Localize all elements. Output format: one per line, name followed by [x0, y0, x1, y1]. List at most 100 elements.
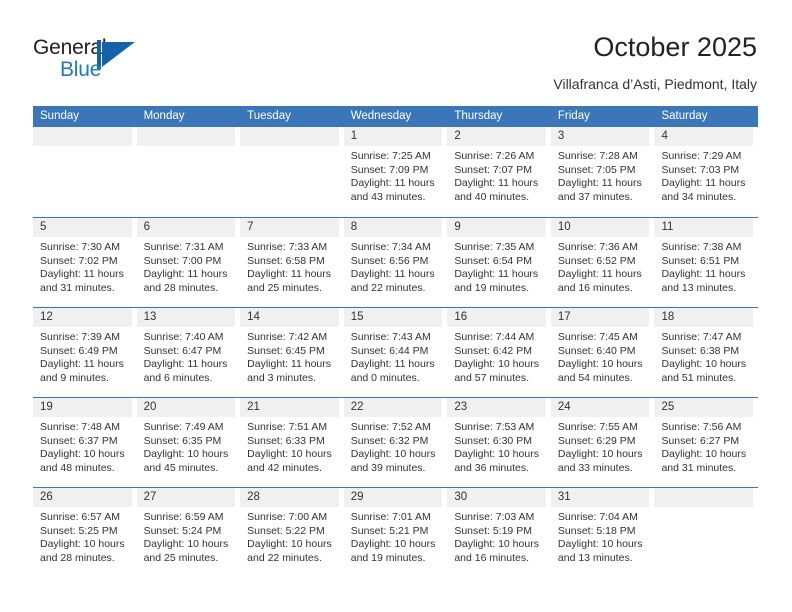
- daylight-text-line1: Daylight: 11 hours: [661, 177, 746, 190]
- calendar-day-cell[interactable]: 27 Sunrise: 6:59 AM Sunset: 5:24 PM Dayligh…: [136, 488, 241, 577]
- calendar-day-cell[interactable]: 9 Sunrise: 7:35 AM Sunset: 6:54 PM Daylight…: [447, 218, 551, 307]
- sunset-text: Sunset: 6:32 PM: [350, 434, 429, 447]
- sun-info: Sunrise: 7:34 AM Sunset: 6:56 PM Daylight:…: [344, 237, 443, 295]
- day-number: 31: [550, 488, 650, 507]
- calendar-cell-inner: 25 Sunrise: 7:56 AM Sunset: 6:27 PM Dayligh…: [654, 398, 754, 487]
- sunrise-text: Sunrise: 7:56 AM: [661, 421, 742, 433]
- calendar-day-cell[interactable]: 7 Sunrise: 7:33 AM Sunset: 6:58 PM Daylight…: [240, 218, 344, 307]
- daylight-text-line2: and 42 minutes.: [247, 461, 322, 474]
- sunset-text: Sunset: 7:05 PM: [557, 163, 636, 176]
- calendar-day-cell[interactable]: 21 Sunrise: 7:51 AM Sunset: 6:33 PM Dayligh…: [240, 398, 344, 487]
- sunrise-text: Sunrise: 7:53 AM: [454, 421, 535, 433]
- calendar-cell-inner: 23 Sunrise: 7:53 AM Sunset: 6:30 PM Dayligh…: [447, 398, 546, 487]
- calendar-cell-inner: 5 Sunrise: 7:30 AM Sunset: 7:02 PM Daylight…: [33, 218, 132, 307]
- day-number: 7: [240, 218, 339, 237]
- daylight-text-line1: Daylight: 10 hours: [661, 358, 747, 371]
- calendar-day-cell[interactable]: 10 Sunrise: 7:36 AM Sunset: 6:52 PM Dayligh…: [550, 218, 655, 307]
- calendar-day-cell[interactable]: 3 Sunrise: 7:28 AM Sunset: 7:05 PM Daylight…: [550, 127, 655, 217]
- calendar-day-cell[interactable]: 4 Sunrise: 7:29 AM Sunset: 7:03 PM Daylight…: [654, 127, 758, 217]
- day-number: 24: [550, 398, 650, 417]
- daylight-text-line2: and 36 minutes.: [454, 461, 530, 474]
- daylight-text-line2: and 28 minutes.: [40, 551, 115, 564]
- calendar-day-cell[interactable]: 15 Sunrise: 7:43 AM Sunset: 6:44 PM Dayligh…: [343, 308, 448, 397]
- calendar-day-cell[interactable]: 17 Sunrise: 7:45 AM Sunset: 6:40 PM Dayligh…: [550, 308, 655, 397]
- daylight-text-line1: Daylight: 11 hours: [143, 358, 228, 371]
- calendar-day-cell[interactable]: 2 Sunrise: 7:26 AM Sunset: 7:07 PM Daylight…: [447, 127, 551, 217]
- sunset-text: Sunset: 6:52 PM: [557, 254, 636, 267]
- sunrise-text: Sunrise: 7:52 AM: [350, 421, 431, 433]
- calendar-day-cell[interactable]: 16 Sunrise: 7:44 AM Sunset: 6:42 PM Dayligh…: [447, 308, 551, 397]
- sunrise-text: Sunrise: 7:04 AM: [557, 511, 638, 523]
- daylight-text-line1: Daylight: 11 hours: [350, 358, 435, 371]
- sun-info: Sunrise: 6:57 AM Sunset: 5:25 PM Daylight:…: [33, 507, 132, 565]
- calendar-day-cell[interactable]: 12 Sunrise: 7:39 AM Sunset: 6:49 PM Dayligh…: [33, 308, 137, 397]
- calendar-weeks: 1 Sunrise: 7:25 AM Sunset: 7:09 PM Daylight…: [33, 127, 758, 577]
- sunset-text: Sunset: 6:56 PM: [350, 254, 429, 267]
- calendar-day-cell[interactable]: 18 Sunrise: 7:47 AM Sunset: 6:38 PM Dayligh…: [654, 308, 758, 397]
- day-number: 25: [654, 398, 754, 417]
- calendar-cell-inner: [33, 127, 132, 217]
- daylight-text-line1: Daylight: 10 hours: [557, 448, 643, 461]
- calendar-day-cell[interactable]: 5 Sunrise: 7:30 AM Sunset: 7:02 PM Daylight…: [33, 218, 137, 307]
- calendar-day-cell[interactable]: 11 Sunrise: 7:38 AM Sunset: 6:51 PM Dayligh…: [654, 218, 758, 307]
- sun-info: [240, 146, 339, 150]
- logo-text-blue: Blue: [60, 58, 102, 81]
- calendar-day-cell[interactable]: 14 Sunrise: 7:42 AM Sunset: 6:45 PM Dayligh…: [240, 308, 344, 397]
- sun-info: Sunrise: 7:25 AM Sunset: 7:09 PM Daylight:…: [344, 146, 443, 204]
- sunset-text: Sunset: 5:22 PM: [247, 524, 325, 537]
- daylight-text-line1: Daylight: 10 hours: [40, 448, 125, 461]
- calendar-day-cell[interactable]: 28 Sunrise: 7:00 AM Sunset: 5:22 PM Dayligh…: [240, 488, 344, 577]
- day-number: 29: [343, 488, 443, 507]
- day-number: 1: [343, 127, 443, 146]
- day-number: 8: [343, 218, 443, 237]
- sun-info: Sunrise: 7:55 AM Sunset: 6:29 PM Daylight:…: [551, 417, 650, 475]
- calendar-day-cell[interactable]: 29 Sunrise: 7:01 AM Sunset: 5:21 PM Dayligh…: [343, 488, 448, 577]
- daylight-text-line2: and 0 minutes.: [350, 371, 420, 384]
- sunset-text: Sunset: 5:25 PM: [40, 524, 118, 537]
- calendar-day-cell[interactable]: 22 Sunrise: 7:52 AM Sunset: 6:32 PM Dayligh…: [343, 398, 448, 487]
- sun-info: Sunrise: 7:40 AM Sunset: 6:47 PM Daylight:…: [137, 327, 236, 385]
- calendar-day-cell[interactable]: 26 Sunrise: 6:57 AM Sunset: 5:25 PM Dayligh…: [33, 488, 137, 577]
- calendar-day-cell[interactable]: 23 Sunrise: 7:53 AM Sunset: 6:30 PM Dayligh…: [447, 398, 551, 487]
- calendar-day-cell[interactable]: 13 Sunrise: 7:40 AM Sunset: 6:47 PM Dayligh…: [136, 308, 241, 397]
- daylight-text-line1: Daylight: 11 hours: [247, 268, 332, 281]
- sunrise-text: Sunrise: 7:26 AM: [454, 150, 535, 162]
- sunrise-text: Sunrise: 7:35 AM: [454, 241, 535, 253]
- calendar-day-cell[interactable]: 1 Sunrise: 7:25 AM Sunset: 7:09 PM Daylight…: [343, 127, 448, 217]
- daylight-text-line2: and 9 minutes.: [40, 371, 109, 384]
- calendar-cell-inner: 16 Sunrise: 7:44 AM Sunset: 6:42 PM Dayligh…: [447, 308, 546, 397]
- sunrise-text: Sunrise: 7:55 AM: [557, 421, 638, 433]
- calendar-day-cell[interactable]: 19 Sunrise: 7:48 AM Sunset: 6:37 PM Dayligh…: [33, 398, 137, 487]
- calendar-day-cell[interactable]: 24 Sunrise: 7:55 AM Sunset: 6:29 PM Dayligh…: [550, 398, 655, 487]
- calendar-cell-inner: 24 Sunrise: 7:55 AM Sunset: 6:29 PM Dayligh…: [550, 398, 650, 487]
- calendar-day-cell[interactable]: 30 Sunrise: 7:03 AM Sunset: 5:19 PM Dayligh…: [447, 488, 551, 577]
- day-number: [136, 127, 236, 146]
- day-number: 30: [447, 488, 546, 507]
- daylight-text-line2: and 6 minutes.: [143, 371, 213, 384]
- general-blue-logo[interactable]: General Blue: [33, 36, 163, 84]
- sun-info: Sunrise: 7:26 AM Sunset: 7:07 PM Daylight:…: [447, 146, 546, 204]
- calendar-cell-empty: [33, 127, 137, 217]
- day-number: 9: [447, 218, 546, 237]
- day-number: 19: [33, 398, 132, 417]
- daylight-text-line1: Daylight: 11 hours: [454, 177, 539, 190]
- daylight-text-line2: and 45 minutes.: [143, 461, 219, 474]
- sunrise-text: Sunrise: 7:28 AM: [557, 150, 638, 162]
- sunrise-text: Sunrise: 7:49 AM: [143, 421, 224, 433]
- sun-info: Sunrise: 7:48 AM Sunset: 6:37 PM Daylight:…: [33, 417, 132, 475]
- calendar-cell-inner: 30 Sunrise: 7:03 AM Sunset: 5:19 PM Dayligh…: [447, 488, 546, 577]
- day-number: 27: [136, 488, 236, 507]
- sunset-text: Sunset: 6:42 PM: [454, 344, 532, 357]
- calendar-week-row: 26 Sunrise: 6:57 AM Sunset: 5:25 PM Dayligh…: [33, 487, 758, 577]
- calendar-day-cell[interactable]: 6 Sunrise: 7:31 AM Sunset: 7:00 PM Daylight…: [136, 218, 241, 307]
- calendar-day-cell[interactable]: 31 Sunrise: 7:04 AM Sunset: 5:18 PM Dayligh…: [550, 488, 655, 577]
- sunrise-text: Sunrise: 7:40 AM: [143, 331, 224, 343]
- sun-info: Sunrise: 7:04 AM Sunset: 5:18 PM Daylight:…: [551, 507, 650, 565]
- calendar-week-row: 19 Sunrise: 7:48 AM Sunset: 6:37 PM Dayligh…: [33, 397, 758, 487]
- day-number: 10: [550, 218, 650, 237]
- day-of-week-header: Wednesday: [350, 110, 412, 122]
- calendar-day-cell[interactable]: 25 Sunrise: 7:56 AM Sunset: 6:27 PM Dayligh…: [654, 398, 758, 487]
- calendar-day-cell[interactable]: 20 Sunrise: 7:49 AM Sunset: 6:35 PM Dayligh…: [136, 398, 241, 487]
- calendar-day-cell[interactable]: 8 Sunrise: 7:34 AM Sunset: 6:56 PM Daylight…: [343, 218, 448, 307]
- sunrise-text: Sunrise: 7:34 AM: [350, 241, 431, 253]
